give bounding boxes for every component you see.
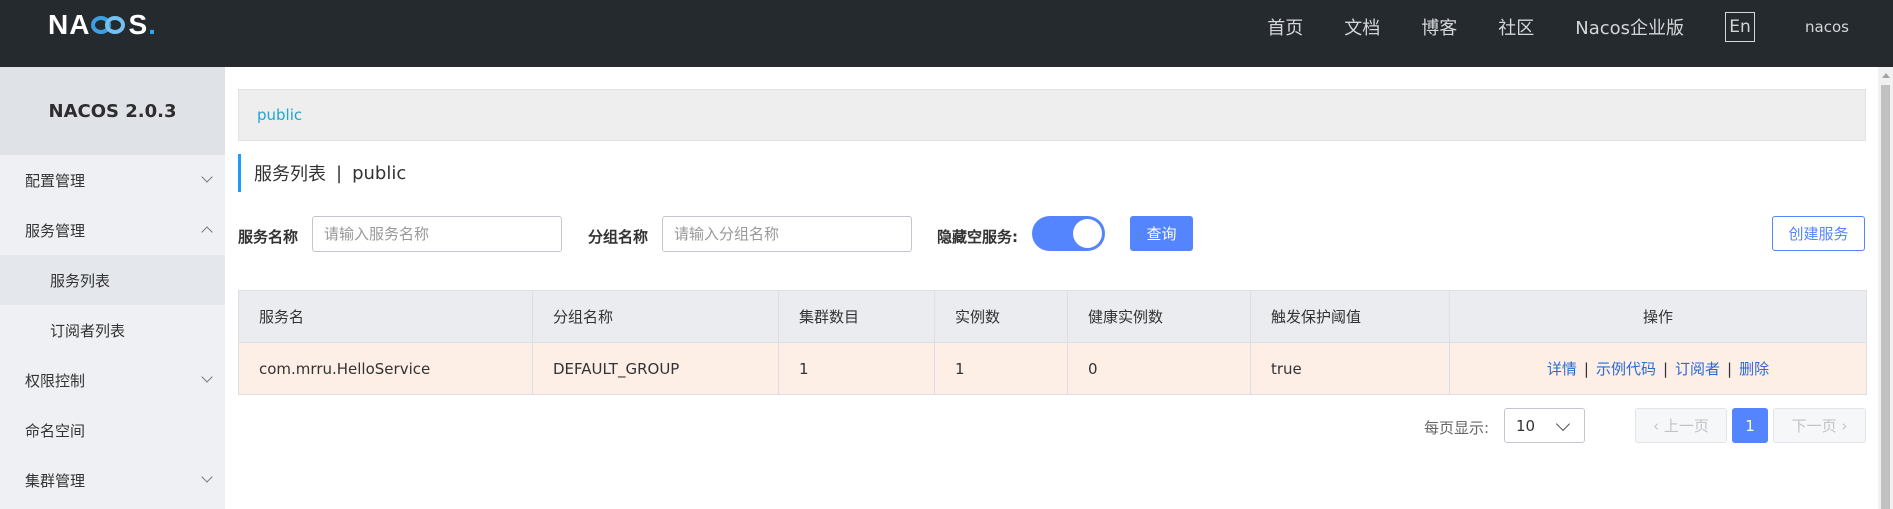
cell-instance-count: 1 — [934, 342, 1068, 395]
page-size-value: 10 — [1516, 416, 1536, 435]
sidebar-item-label: 集群管理 — [25, 471, 86, 490]
action-separator: | — [1662, 360, 1669, 378]
sidebar-item-label: 订阅者列表 — [50, 321, 126, 340]
action-separator: | — [1583, 360, 1589, 378]
next-page-label: 下一页 — [1791, 417, 1837, 435]
current-page-button[interactable]: 1 — [1732, 408, 1768, 443]
logo-prefix: NA — [48, 9, 91, 40]
sidebar-item-service-list[interactable]: 服务列表 — [0, 255, 225, 305]
vertical-scrollbar[interactable] — [1878, 67, 1893, 509]
prev-page-label: 上一页 — [1663, 417, 1709, 435]
chevron-down-icon — [201, 171, 213, 183]
details-link[interactable]: 详情 — [1547, 360, 1577, 378]
top-nav: 首页 文档 博客 社区 Nacos企业版 En nacos — [1267, 0, 1893, 54]
language-toggle-button[interactable]: En — [1725, 12, 1756, 42]
service-name-label: 服务名称 — [238, 228, 299, 246]
column-header-cluster-count: 集群数目 — [778, 290, 935, 343]
column-header-actions: 操作 — [1449, 290, 1867, 343]
action-separator: | — [1727, 360, 1733, 378]
column-header-protect-threshold: 触发保护阈值 — [1250, 290, 1450, 343]
next-page-button[interactable]: 下一页 › — [1773, 408, 1866, 443]
sidebar-item-config-management[interactable]: 配置管理 — [0, 155, 225, 205]
cell-service-name: com.mrru.HelloService — [238, 342, 533, 395]
sidebar-item-service-management[interactable]: 服务管理 — [0, 205, 225, 255]
sidebar-item-label: 命名空间 — [25, 421, 86, 440]
sidebar-item-subscriber-list[interactable]: 订阅者列表 — [0, 305, 225, 355]
table-row: com.mrru.HelloService DEFAULT_GROUP 1 1 … — [238, 342, 1867, 395]
logo-suffix: S — [128, 9, 149, 40]
column-header-healthy-instances: 健康实例数 — [1067, 290, 1251, 343]
table-header-row: 服务名 分组名称 集群数目 实例数 健康实例数 触发保护阈值 操作 — [238, 290, 1867, 343]
chevron-left-icon: ‹ — [1653, 416, 1664, 435]
top-navbar: NA S . 首页 文档 博客 社区 Nacos企业版 En nacos — [0, 0, 1893, 67]
service-name-input[interactable] — [312, 216, 562, 252]
chevron-down-icon — [201, 371, 213, 383]
nav-blog[interactable]: 博客 — [1421, 14, 1457, 40]
chevron-down-icon — [1555, 416, 1571, 432]
nav-enterprise[interactable]: Nacos企业版 — [1575, 14, 1684, 40]
group-name-input[interactable] — [662, 216, 912, 252]
page-title: 服务列表 | public — [238, 154, 406, 192]
scrollbar-thumb[interactable] — [1881, 85, 1890, 509]
logo-rings-icon — [91, 14, 127, 36]
delete-link[interactable]: 删除 — [1739, 360, 1769, 378]
query-button[interactable]: 查询 — [1130, 216, 1193, 251]
column-header-service-name: 服务名 — [238, 290, 533, 343]
sidebar-item-label: 服务列表 — [50, 271, 111, 290]
sidebar-version-title: NACOS 2.0.3 — [0, 67, 225, 155]
column-header-group-name: 分组名称 — [532, 290, 779, 343]
create-service-button[interactable]: 创建服务 — [1772, 216, 1865, 251]
prev-page-button[interactable]: ‹ 上一页 — [1635, 408, 1727, 443]
namespace-bar: public — [238, 89, 1866, 141]
sidebar-item-label: 权限控制 — [25, 371, 86, 390]
cell-group-name: DEFAULT_GROUP — [532, 342, 779, 395]
nacos-logo[interactable]: NA S . — [48, 9, 157, 40]
chevron-right-icon: › — [1836, 416, 1848, 435]
scroll-up-arrow-icon[interactable] — [1882, 73, 1890, 78]
nav-community[interactable]: 社区 — [1498, 14, 1534, 40]
toggle-knob — [1073, 219, 1102, 248]
cell-healthy-instances: 0 — [1067, 342, 1251, 395]
hide-empty-services-toggle[interactable] — [1032, 216, 1105, 251]
logo-dot: . — [148, 9, 157, 40]
cell-protect-threshold: true — [1250, 342, 1450, 395]
hide-empty-services-label: 隐藏空服务: — [937, 228, 1018, 246]
chevron-up-icon — [201, 226, 213, 238]
sidebar: NACOS 2.0.3 配置管理 服务管理 服务列表 订阅者列表 权限控制 命名… — [0, 67, 225, 509]
cell-actions: 详情 | 示例代码 | 订阅者 | 删除 — [1449, 342, 1867, 395]
sidebar-item-namespace[interactable]: 命名空间 — [0, 405, 225, 455]
service-table: 服务名 分组名称 集群数目 实例数 健康实例数 触发保护阈值 操作 com.mr… — [238, 290, 1867, 395]
nav-home[interactable]: 首页 — [1267, 14, 1303, 40]
page-title-text: 服务列表 — [254, 164, 326, 185]
group-name-label: 分组名称 — [588, 228, 649, 246]
sidebar-item-access-control[interactable]: 权限控制 — [0, 355, 225, 405]
sidebar-item-cluster-management[interactable]: 集群管理 — [0, 455, 225, 505]
page-title-separator: | — [336, 162, 343, 184]
user-menu[interactable]: nacos — [1805, 18, 1849, 36]
page-size-select[interactable]: 10 — [1504, 408, 1585, 443]
sidebar-item-label: 服务管理 — [25, 221, 86, 240]
sidebar-item-label: 配置管理 — [25, 171, 86, 190]
subscribers-link[interactable]: 订阅者 — [1675, 360, 1720, 378]
sample-code-link[interactable]: 示例代码 — [1596, 360, 1656, 378]
cell-cluster-count: 1 — [778, 342, 935, 395]
page-size-label: 每页显示: — [1424, 419, 1490, 437]
nav-docs[interactable]: 文档 — [1344, 14, 1380, 40]
chevron-down-icon — [201, 471, 213, 483]
column-header-instance-count: 实例数 — [934, 290, 1068, 343]
namespace-link-public[interactable]: public — [257, 106, 302, 124]
page-title-namespace: public — [352, 162, 407, 184]
